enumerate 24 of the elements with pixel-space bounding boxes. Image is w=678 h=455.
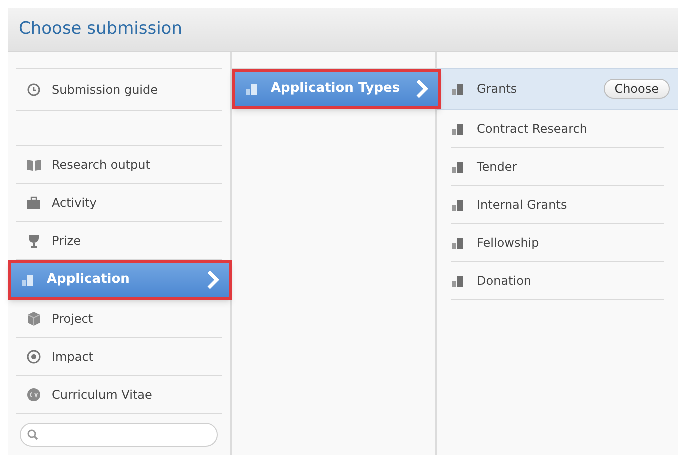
menu-item[interactable]: Impact <box>16 338 222 376</box>
list-item[interactable]: Internal Grants <box>451 186 664 224</box>
menu-item[interactable]: Project <box>16 300 222 338</box>
list-item[interactable]: Fellowship <box>451 224 664 262</box>
menu-item[interactable]: Submission guide <box>16 69 222 111</box>
briefcase-icon <box>26 194 42 210</box>
search-field[interactable] <box>20 423 218 447</box>
menu-item[interactable]: Curriculum Vitae <box>16 376 222 414</box>
dialog-title: Choose submission <box>19 18 182 41</box>
trophy-icon <box>26 232 42 248</box>
list-item[interactable]: Contract Research <box>451 110 664 148</box>
menu-item[interactable]: Activity <box>16 184 222 222</box>
menu-item[interactable]: Research output <box>16 146 222 184</box>
chevron-icon <box>416 79 428 99</box>
list-item[interactable]: Tender <box>451 148 664 186</box>
chevron-icon <box>207 270 219 290</box>
clock-icon <box>26 82 42 98</box>
search-icon <box>27 429 39 441</box>
list-item[interactable]: Donation <box>451 262 664 300</box>
list-item[interactable]: Grants Choose <box>437 68 678 110</box>
target-icon <box>26 348 42 364</box>
choose-button[interactable]: Choose <box>604 79 670 99</box>
cube-icon <box>26 310 42 326</box>
cv-badge-icon <box>26 386 42 402</box>
